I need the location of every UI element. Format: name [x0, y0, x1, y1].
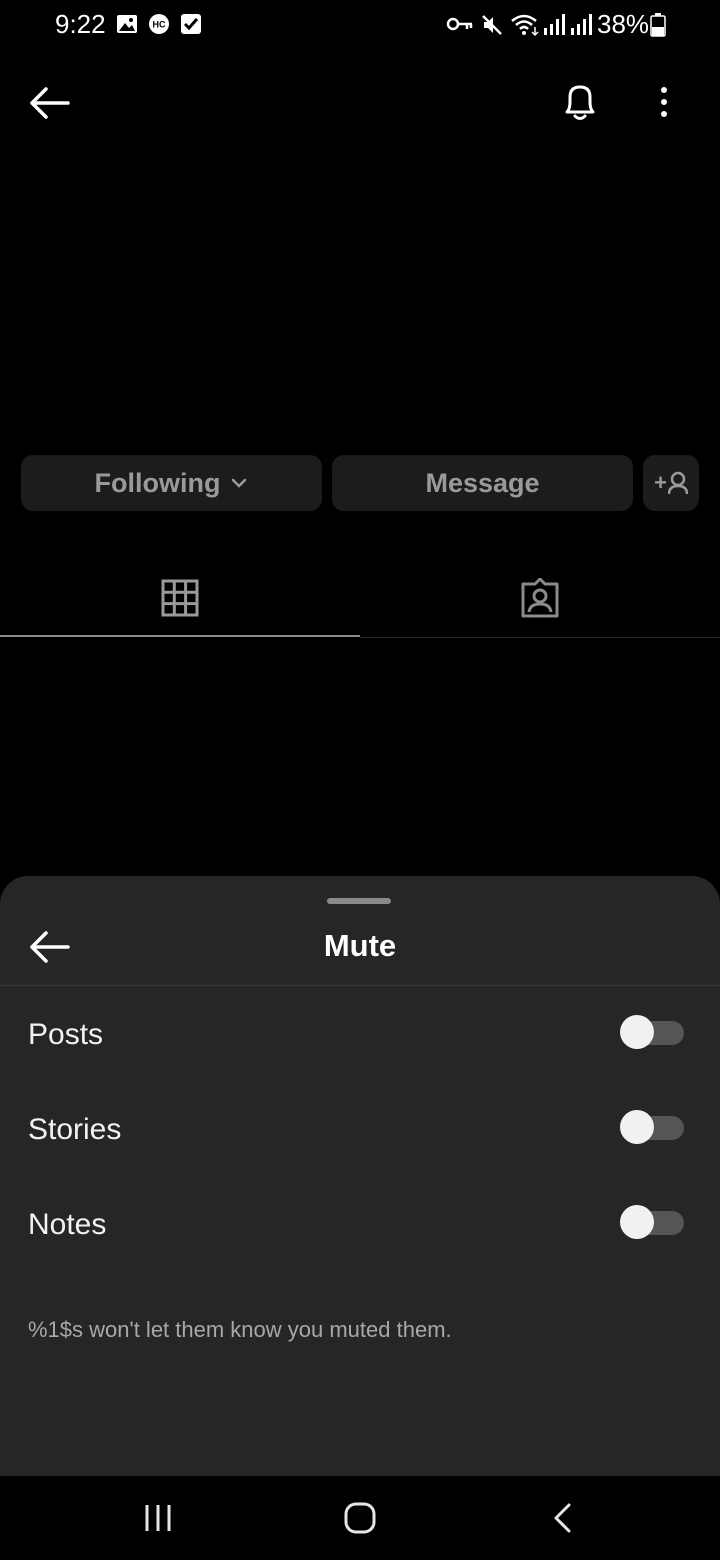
drag-handle[interactable]: [327, 898, 391, 904]
notes-toggle[interactable]: [620, 1204, 684, 1240]
mute-bottom-sheet: Mute Posts Stories Notes %1$s won't let …: [0, 876, 720, 1476]
more-options-button[interactable]: [648, 80, 680, 124]
tab-grid[interactable]: [0, 560, 360, 636]
home-icon: [344, 1502, 376, 1534]
tab-divider: [360, 637, 720, 638]
mute-privacy-note: %1$s won't let them know you muted them.: [28, 1317, 452, 1342]
vpn-key-icon: [446, 17, 473, 31]
grid-icon: [161, 579, 199, 617]
signal-icon: [571, 14, 592, 35]
following-button[interactable]: Following: [21, 455, 322, 511]
battery-percentage: 38%: [597, 9, 650, 39]
stories-toggle[interactable]: [620, 1109, 684, 1145]
option-label: Stories: [28, 1113, 122, 1146]
mute-option-posts[interactable]: Posts: [0, 988, 720, 1078]
back-arrow-icon: [30, 87, 70, 119]
back-icon: [554, 1503, 571, 1533]
status-bar: 9:22 HC 38%: [0, 0, 720, 52]
bell-icon: [565, 85, 595, 120]
mute-option-notes[interactable]: Notes: [0, 1178, 720, 1268]
system-navigation-bar: [0, 1476, 720, 1560]
notifications-button[interactable]: [556, 78, 604, 126]
battery-icon: [650, 13, 666, 37]
mute-option-stories[interactable]: Stories: [0, 1083, 720, 1173]
svg-text:HC: HC: [153, 20, 166, 30]
selected-tab-indicator: [0, 635, 360, 637]
option-label: Posts: [28, 1018, 104, 1051]
add-person-button[interactable]: +: [643, 455, 699, 511]
following-label: Following: [94, 467, 221, 498]
recent-apps-icon: [145, 1505, 171, 1531]
recent-apps-button[interactable]: [128, 1496, 188, 1540]
back-button[interactable]: [24, 80, 74, 126]
home-button[interactable]: [330, 1496, 390, 1540]
sheet-divider: [0, 985, 720, 986]
mute-icon: [482, 15, 502, 35]
toggle-thumb: [620, 1015, 654, 1049]
wifi-icon: [511, 14, 539, 37]
sheet-title: Mute: [323, 928, 397, 963]
plus-sign: +: [654, 470, 667, 495]
chevron-down-icon: [232, 478, 247, 488]
checkbox-icon: [181, 14, 201, 34]
toggle-thumb: [620, 1110, 654, 1144]
person-icon: [667, 471, 688, 495]
message-label: Message: [425, 467, 540, 498]
toggle-thumb: [620, 1205, 654, 1239]
hc-badge-icon: HC: [149, 14, 169, 34]
message-button[interactable]: Message: [332, 455, 633, 511]
more-vertical-icon: [661, 87, 667, 117]
tagged-person-icon: [521, 578, 559, 618]
system-back-button[interactable]: [532, 1496, 592, 1540]
signal-icon: [544, 14, 565, 35]
status-time: 9:22: [55, 9, 106, 39]
posts-toggle[interactable]: [620, 1014, 684, 1050]
image-icon: [117, 15, 137, 33]
tab-tagged[interactable]: [360, 560, 720, 636]
option-label: Notes: [28, 1208, 107, 1241]
